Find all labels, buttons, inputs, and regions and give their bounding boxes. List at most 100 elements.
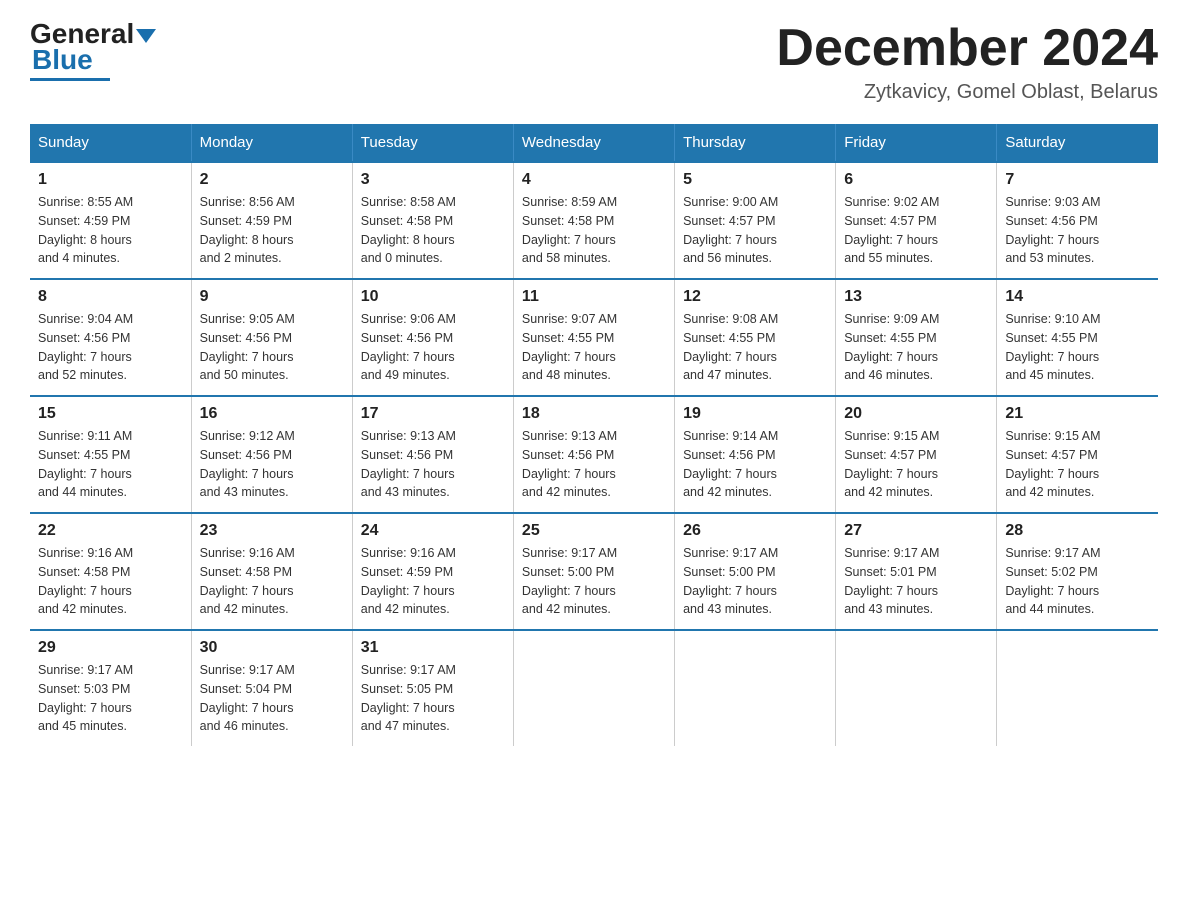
day-info: Sunrise: 9:16 AM Sunset: 4:59 PM Dayligh… [361,544,505,619]
calendar-cell: 9 Sunrise: 9:05 AM Sunset: 4:56 PM Daylig… [191,279,352,396]
calendar-cell: 16 Sunrise: 9:12 AM Sunset: 4:56 PM Dayli… [191,396,352,513]
calendar-week-4: 22 Sunrise: 9:16 AM Sunset: 4:58 PM Dayli… [30,513,1158,630]
calendar-cell: 29 Sunrise: 9:17 AM Sunset: 5:03 PM Dayli… [30,630,191,746]
calendar-cell: 28Sunrise: 9:17 AM Sunset: 5:02 PM Dayli… [997,513,1158,630]
day-number: 16 [200,405,344,423]
day-info: Sunrise: 9:17 AM Sunset: 5:03 PM Dayligh… [38,661,183,736]
title-area: December 2024 Zytkavicy, Gomel Oblast, B… [776,20,1158,104]
calendar-cell: 27 Sunrise: 9:17 AM Sunset: 5:01 PM Dayli… [836,513,997,630]
page-header: General Blue December 2024 Zytkavicy, Go… [30,20,1158,104]
calendar-cell: 20Sunrise: 9:15 AM Sunset: 4:57 PM Dayli… [836,396,997,513]
day-number: 8 [38,288,183,306]
day-info: Sunrise: 9:12 AM Sunset: 4:56 PM Dayligh… [200,427,344,502]
day-number: 24 [361,522,505,540]
calendar-cell: 2Sunrise: 8:56 AM Sunset: 4:59 PM Daylig… [191,162,352,279]
calendar-cell: 3 Sunrise: 8:58 AM Sunset: 4:58 PM Daylig… [352,162,513,279]
day-number: 30 [200,639,344,657]
day-number: 18 [522,405,666,423]
calendar-week-2: 8 Sunrise: 9:04 AM Sunset: 4:56 PM Daylig… [30,279,1158,396]
day-info: Sunrise: 9:14 AM Sunset: 4:56 PM Dayligh… [683,427,827,502]
day-number: 26 [683,522,827,540]
day-number: 10 [361,288,505,306]
day-info: Sunrise: 9:17 AM Sunset: 5:00 PM Dayligh… [683,544,827,619]
month-title: December 2024 [776,20,1158,77]
calendar-cell: 17Sunrise: 9:13 AM Sunset: 4:56 PM Dayli… [352,396,513,513]
day-number: 29 [38,639,183,657]
day-number: 12 [683,288,827,306]
calendar-cell: 25 Sunrise: 9:17 AM Sunset: 5:00 PM Dayli… [513,513,674,630]
day-info: Sunrise: 9:05 AM Sunset: 4:56 PM Dayligh… [200,310,344,385]
weekday-header-thursday: Thursday [675,124,836,162]
calendar-cell: 21 Sunrise: 9:15 AM Sunset: 4:57 PM Dayli… [997,396,1158,513]
day-info: Sunrise: 9:06 AM Sunset: 4:56 PM Dayligh… [361,310,505,385]
day-number: 27 [844,522,988,540]
weekday-header-saturday: Saturday [997,124,1158,162]
day-info: Sunrise: 9:15 AM Sunset: 4:57 PM Dayligh… [1005,427,1150,502]
day-number: 15 [38,405,183,423]
day-info: Sunrise: 9:03 AM Sunset: 4:56 PM Dayligh… [1005,193,1150,268]
calendar-cell [513,630,674,746]
calendar-cell: 31 Sunrise: 9:17 AM Sunset: 5:05 PM Dayli… [352,630,513,746]
day-info: Sunrise: 9:08 AM Sunset: 4:55 PM Dayligh… [683,310,827,385]
day-number: 21 [1005,405,1150,423]
calendar-cell: 7Sunrise: 9:03 AM Sunset: 4:56 PM Daylig… [997,162,1158,279]
day-number: 6 [844,171,988,189]
calendar-cell: 10 Sunrise: 9:06 AM Sunset: 4:56 PM Dayli… [352,279,513,396]
calendar-cell: 18Sunrise: 9:13 AM Sunset: 4:56 PM Dayli… [513,396,674,513]
day-number: 28 [1005,522,1150,540]
weekday-header-friday: Friday [836,124,997,162]
day-number: 31 [361,639,505,657]
weekday-header-sunday: Sunday [30,124,191,162]
day-number: 1 [38,171,183,189]
calendar-week-3: 15 Sunrise: 9:11 AM Sunset: 4:55 PM Dayli… [30,396,1158,513]
day-number: 5 [683,171,827,189]
day-number: 17 [361,405,505,423]
day-info: Sunrise: 9:02 AM Sunset: 4:57 PM Dayligh… [844,193,988,268]
day-info: Sunrise: 9:09 AM Sunset: 4:55 PM Dayligh… [844,310,988,385]
day-number: 19 [683,405,827,423]
calendar-cell: 4Sunrise: 8:59 AM Sunset: 4:58 PM Daylig… [513,162,674,279]
calendar-cell: 5Sunrise: 9:00 AM Sunset: 4:57 PM Daylig… [675,162,836,279]
calendar-cell: 30 Sunrise: 9:17 AM Sunset: 5:04 PM Dayli… [191,630,352,746]
day-info: Sunrise: 9:17 AM Sunset: 5:00 PM Dayligh… [522,544,666,619]
calendar-cell: 13 Sunrise: 9:09 AM Sunset: 4:55 PM Dayli… [836,279,997,396]
day-info: Sunrise: 9:16 AM Sunset: 4:58 PM Dayligh… [200,544,344,619]
day-info: Sunrise: 9:17 AM Sunset: 5:04 PM Dayligh… [200,661,344,736]
day-info: Sunrise: 9:04 AM Sunset: 4:56 PM Dayligh… [38,310,183,385]
day-info: Sunrise: 9:10 AM Sunset: 4:55 PM Dayligh… [1005,310,1150,385]
logo-underline [30,78,110,81]
calendar-cell: 12 Sunrise: 9:08 AM Sunset: 4:55 PM Dayli… [675,279,836,396]
logo: General Blue [30,20,156,81]
day-number: 22 [38,522,183,540]
calendar-table: SundayMondayTuesdayWednesdayThursdayFrid… [30,124,1158,746]
day-number: 13 [844,288,988,306]
calendar-cell: 15 Sunrise: 9:11 AM Sunset: 4:55 PM Dayli… [30,396,191,513]
calendar-cell: 23 Sunrise: 9:16 AM Sunset: 4:58 PM Dayli… [191,513,352,630]
day-number: 9 [200,288,344,306]
weekday-header-monday: Monday [191,124,352,162]
day-info: Sunrise: 9:16 AM Sunset: 4:58 PM Dayligh… [38,544,183,619]
weekday-header-wednesday: Wednesday [513,124,674,162]
logo-blue: Blue [32,44,93,76]
calendar-week-1: 1 Sunrise: 8:55 AM Sunset: 4:59 PM Daylig… [30,162,1158,279]
day-info: Sunrise: 8:55 AM Sunset: 4:59 PM Dayligh… [38,193,183,268]
day-number: 23 [200,522,344,540]
day-info: Sunrise: 8:56 AM Sunset: 4:59 PM Dayligh… [200,193,344,268]
calendar-cell: 22 Sunrise: 9:16 AM Sunset: 4:58 PM Dayli… [30,513,191,630]
calendar-cell: 24 Sunrise: 9:16 AM Sunset: 4:59 PM Dayli… [352,513,513,630]
calendar-cell [675,630,836,746]
calendar-cell: 14 Sunrise: 9:10 AM Sunset: 4:55 PM Dayli… [997,279,1158,396]
day-info: Sunrise: 8:58 AM Sunset: 4:58 PM Dayligh… [361,193,505,268]
location-text: Zytkavicy, Gomel Oblast, Belarus [776,81,1158,104]
day-number: 3 [361,171,505,189]
calendar-cell: 1 Sunrise: 8:55 AM Sunset: 4:59 PM Daylig… [30,162,191,279]
day-info: Sunrise: 9:11 AM Sunset: 4:55 PM Dayligh… [38,427,183,502]
day-number: 14 [1005,288,1150,306]
day-info: Sunrise: 9:17 AM Sunset: 5:01 PM Dayligh… [844,544,988,619]
day-number: 25 [522,522,666,540]
day-number: 11 [522,288,666,306]
calendar-week-5: 29 Sunrise: 9:17 AM Sunset: 5:03 PM Dayli… [30,630,1158,746]
day-info: Sunrise: 9:17 AM Sunset: 5:05 PM Dayligh… [361,661,505,736]
calendar-cell: 26 Sunrise: 9:17 AM Sunset: 5:00 PM Dayli… [675,513,836,630]
weekday-header-tuesday: Tuesday [352,124,513,162]
